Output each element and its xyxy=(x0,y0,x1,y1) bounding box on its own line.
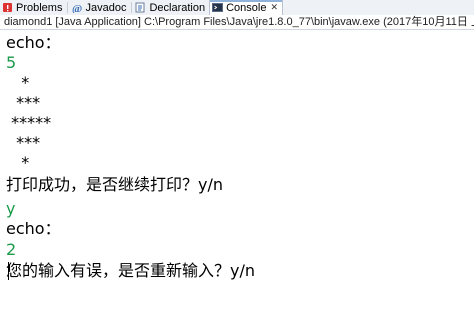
console-line: 您的输入有误，是否重新输入？y/n xyxy=(6,261,256,280)
console-launch-description: diamond1 [Java Application] C:\Program F… xyxy=(0,15,474,30)
console-line: ***** xyxy=(6,113,52,132)
tab-declaration[interactable]: Declaration xyxy=(133,0,209,15)
close-icon[interactable]: ✕ xyxy=(270,3,278,13)
problems-icon xyxy=(2,2,13,13)
console-output-area[interactable]: echo： 5 * *** ***** *** * 打印成功，是否继续打印？y/… xyxy=(0,31,474,312)
console-input-line: y xyxy=(6,199,16,218)
tab-problems[interactable]: Problems xyxy=(0,0,66,15)
console-line: *** xyxy=(6,133,41,152)
tab-console[interactable]: Console ✕ xyxy=(209,0,283,15)
console-line: 打印成功，是否继续打印？y/n xyxy=(6,175,224,194)
console-line: * xyxy=(6,73,30,92)
console-input-line: 2 xyxy=(6,240,17,259)
console-line: * xyxy=(6,153,30,172)
tab-problems-label: Problems xyxy=(16,1,63,14)
javadoc-icon: @ xyxy=(71,2,82,13)
text-caret xyxy=(8,262,9,280)
declaration-icon xyxy=(135,2,146,13)
console-line: echo： xyxy=(6,219,61,238)
console-icon xyxy=(212,2,224,13)
tab-javadoc[interactable]: @ Javadoc xyxy=(69,0,130,15)
view-tab-bar: Problems @ Javadoc Declaration Console ✕ xyxy=(0,0,474,15)
tab-declaration-label: Declaration xyxy=(149,1,206,14)
console-input-line: 5 xyxy=(6,53,17,72)
svg-text:@: @ xyxy=(72,3,82,13)
console-line: *** xyxy=(6,93,41,112)
console-line: echo： xyxy=(6,33,61,52)
tab-divider xyxy=(67,2,69,13)
tab-javadoc-label: Javadoc xyxy=(85,1,127,14)
tab-console-label: Console xyxy=(226,1,267,14)
tab-divider xyxy=(131,2,133,13)
